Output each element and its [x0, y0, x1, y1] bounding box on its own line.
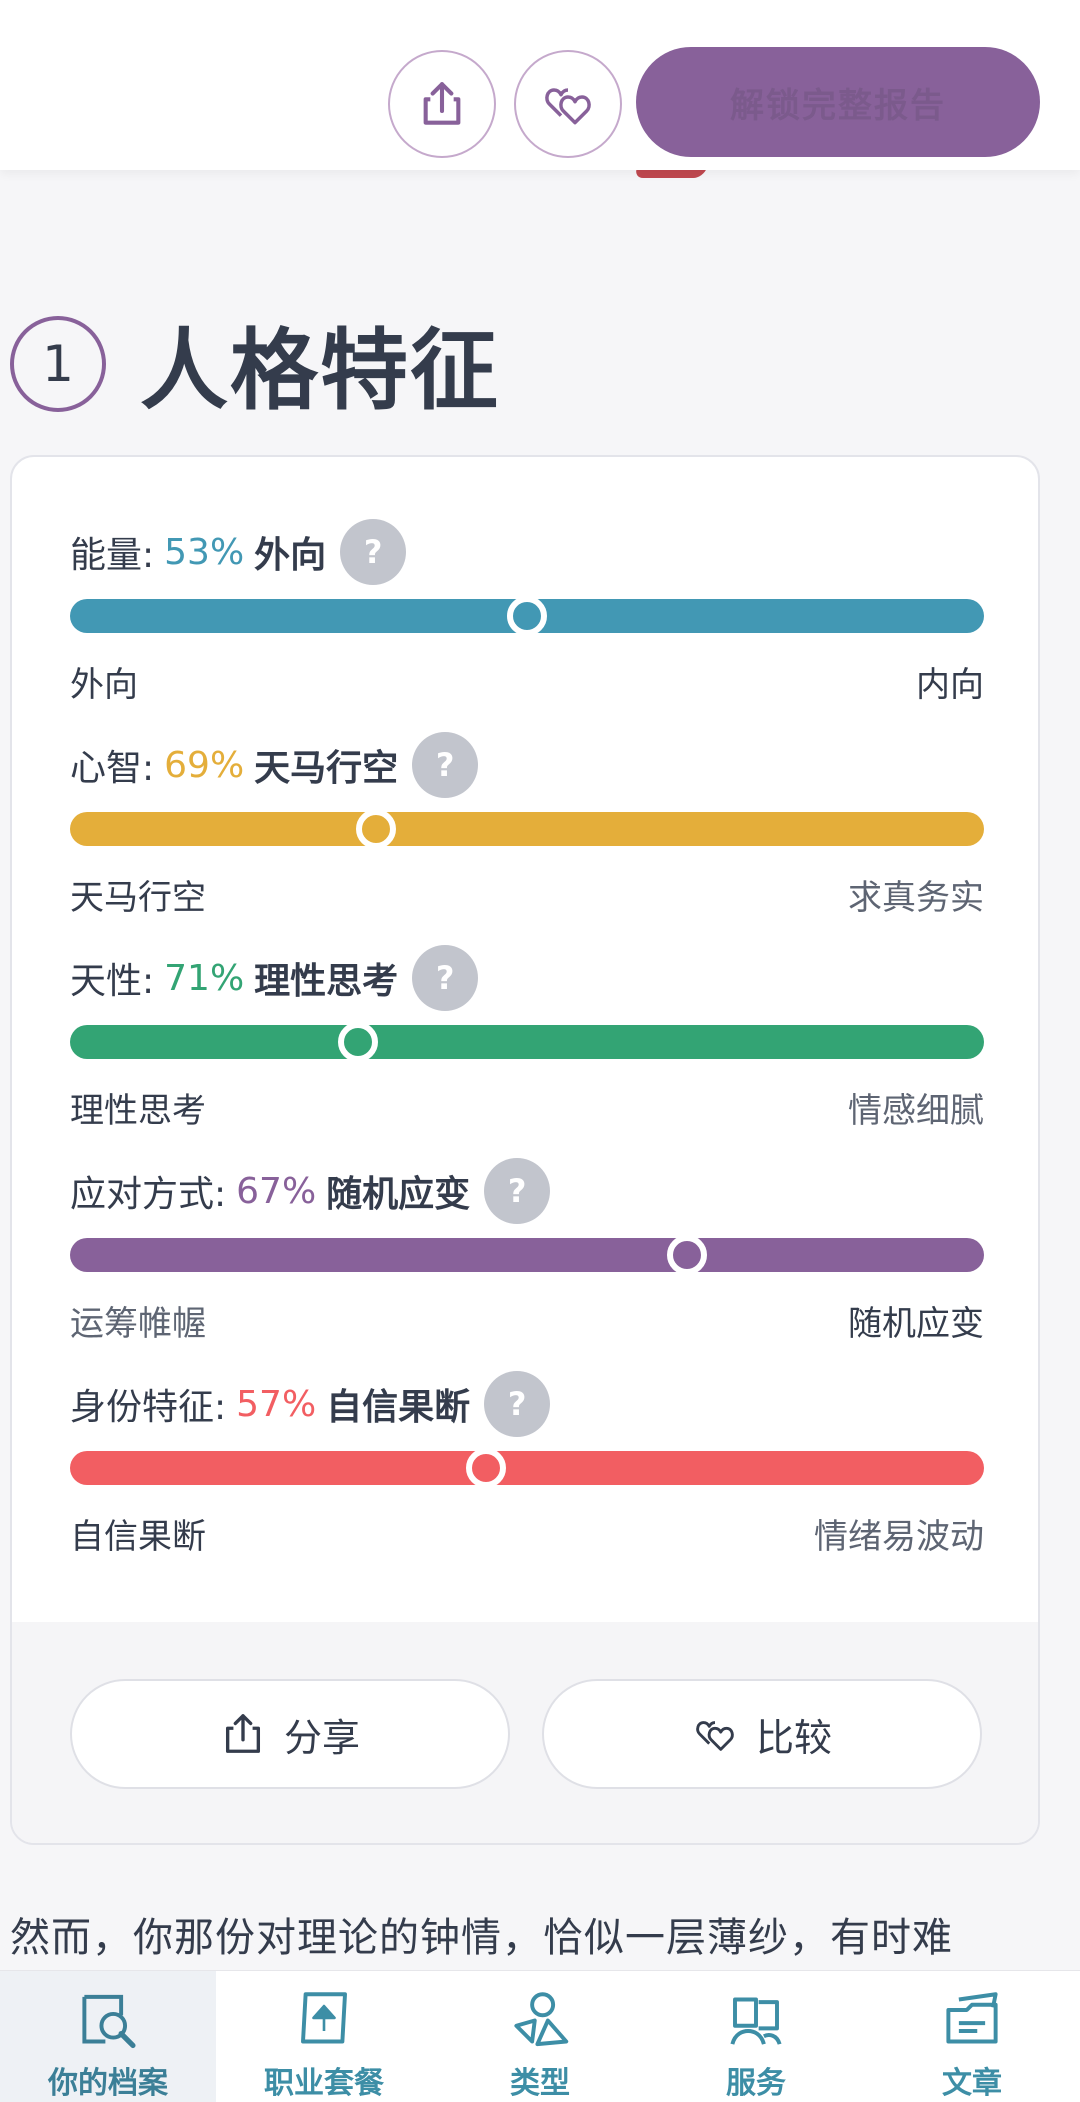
trait-knob	[356, 809, 396, 849]
trait-percent: 57%	[236, 1383, 317, 1425]
trait-left-label: 运筹帷幄	[70, 1304, 206, 1344]
hearts-icon	[696, 1721, 734, 1751]
trait-name: 心智:	[70, 748, 155, 789]
trait-right-label: 随机应变	[848, 1304, 984, 1344]
share-label: 分享	[283, 1715, 360, 1760]
trait-knob	[338, 1022, 378, 1062]
nav-label: 职业套餐	[264, 2066, 384, 2101]
career-icon	[301, 1992, 347, 2044]
trait-percent: 71%	[164, 957, 245, 999]
trait-name: 应对方式:	[70, 1174, 227, 1215]
trait-knob	[507, 596, 547, 636]
trait-bar	[70, 1238, 984, 1272]
section-header: 1 人格特征	[10, 300, 500, 427]
unlock-report-label: 解锁完整报告	[730, 85, 946, 126]
trait-side: 理性思考	[254, 961, 399, 1002]
trait-bar	[70, 1025, 984, 1059]
share-circle-button[interactable]	[388, 50, 496, 158]
trait-knob	[466, 1448, 506, 1488]
nav-label: 你的档案	[48, 2066, 168, 2101]
trait-left-label: 自信果断	[70, 1517, 206, 1557]
hearts-icon	[545, 88, 591, 125]
nav-label: 文章	[942, 2066, 1002, 2101]
nav-item-career[interactable]: 职业套餐	[216, 1971, 432, 2102]
traits-card: 能量: 53% 外向 ? 外向 内向 心智: 69% 天马行空 ? 天马行空 求…	[10, 455, 1040, 1845]
bottom-nav: 你的档案 职业套餐 类型 服务 文章	[0, 1970, 1080, 2102]
trait-knob	[667, 1235, 707, 1275]
compare-button[interactable]: 比较	[542, 1679, 982, 1789]
nav-item-articles[interactable]: 文章	[864, 1971, 1080, 2102]
trait-left-label: 外向	[70, 665, 138, 705]
trait-right-label: 内向	[916, 665, 984, 705]
trait-right-label: 情感细腻	[848, 1091, 984, 1131]
compare-label: 比较	[755, 1715, 832, 1760]
help-icon[interactable]: ?	[340, 519, 407, 585]
trait-side: 天马行空	[254, 748, 399, 789]
trait-left-label: 理性思考	[70, 1091, 206, 1131]
trait-percent: 69%	[164, 744, 245, 786]
trait-percent: 53%	[164, 531, 245, 573]
trait-side: 外向	[254, 535, 327, 576]
share-button[interactable]: 分享	[70, 1679, 510, 1789]
trait-percent: 67%	[236, 1170, 317, 1212]
shapes-icon	[514, 1992, 569, 2047]
trait-name: 能量:	[70, 535, 155, 576]
trait-left-label: 天马行空	[70, 878, 206, 918]
nav-label: 服务	[726, 2066, 786, 2101]
help-icon[interactable]: ?	[484, 1158, 551, 1224]
top-bar: 解锁完整报告	[0, 0, 1080, 170]
trait-right-label: 求真务实	[848, 878, 984, 918]
help-icon[interactable]: ?	[412, 732, 479, 798]
trait-name: 身份特征:	[70, 1387, 227, 1428]
section-title: 人格特征	[140, 319, 501, 422]
trait-side: 随机应变	[326, 1174, 471, 1215]
section-number: 1	[10, 315, 106, 412]
unlock-report-button[interactable]: 解锁完整报告	[636, 47, 1040, 157]
folder-icon	[946, 1992, 998, 2044]
nav-item-types[interactable]: 类型	[432, 1971, 648, 2102]
body-paragraph: 然而，你那份对理论的钟情，恰似一层薄纱，有时难	[10, 1915, 953, 1961]
trait-bar	[70, 1451, 984, 1485]
help-icon[interactable]: ?	[484, 1371, 551, 1437]
share-icon	[225, 1714, 260, 1753]
nav-item-profile[interactable]: 你的档案	[0, 1971, 216, 2102]
share-icon	[423, 82, 461, 125]
trait-right-label: 情绪易波动	[814, 1517, 984, 1557]
people-icon	[730, 1997, 782, 2045]
trait-bar	[70, 812, 984, 846]
compare-circle-button[interactable]	[514, 50, 622, 158]
nav-item-services[interactable]: 服务	[648, 1971, 864, 2102]
trait-name: 天性:	[70, 961, 155, 1002]
nav-label: 类型	[510, 2066, 570, 2101]
trait-side: 自信果断	[326, 1387, 471, 1428]
help-icon[interactable]: ?	[412, 945, 479, 1011]
profile-search-icon	[82, 1994, 136, 2049]
